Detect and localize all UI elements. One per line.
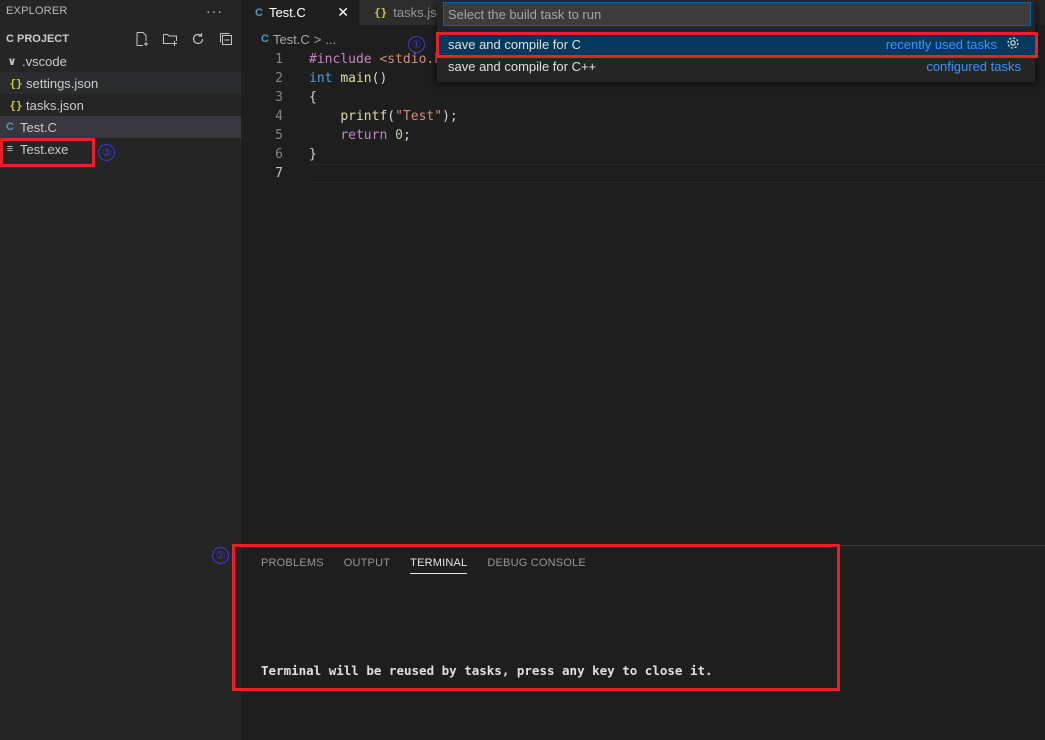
line-number: 7 bbox=[275, 166, 283, 181]
code-token: ; bbox=[402, 128, 411, 143]
quickpick-input[interactable] bbox=[443, 2, 1031, 26]
tab-output[interactable]: OUTPUT bbox=[344, 557, 390, 574]
c-file-icon: C bbox=[255, 6, 263, 19]
quickpick-item-compile-cpp[interactable]: save and compile for C++ configured task… bbox=[437, 55, 1035, 77]
chevron-down-icon: ∨ bbox=[7, 55, 17, 68]
code-token: #include bbox=[309, 52, 380, 67]
tree-label: tasks.json bbox=[26, 97, 84, 113]
chevron-right-icon: > bbox=[313, 31, 322, 47]
build-task-quickpick: save and compile for C recently used tas… bbox=[437, 0, 1035, 82]
explorer-header: EXPLORER ··· bbox=[0, 0, 241, 22]
line-number: 2 bbox=[275, 71, 283, 86]
code-line[interactable]: 7 bbox=[241, 164, 1045, 183]
code-token: return bbox=[340, 128, 396, 143]
refresh-icon[interactable] bbox=[189, 30, 207, 48]
code-line[interactable]: 5 return 0; bbox=[241, 126, 1045, 145]
quickpick-item-detail: configured tasks bbox=[926, 58, 1021, 74]
code-token: "Test" bbox=[395, 109, 443, 124]
close-icon[interactable]: ✕ bbox=[337, 4, 349, 21]
tree-folder-vscode[interactable]: ∨ .vscode bbox=[0, 50, 241, 72]
tab-problems[interactable]: PROBLEMS bbox=[261, 557, 324, 574]
c-file-icon: C bbox=[261, 33, 269, 45]
line-number: 3 bbox=[275, 90, 283, 105]
terminal-output[interactable]: Terminal will be reused by tasks, press … bbox=[261, 663, 713, 678]
code-token: } bbox=[309, 147, 317, 162]
json-icon: {} bbox=[9, 98, 23, 112]
explorer-title: EXPLORER bbox=[6, 5, 68, 17]
tree-file-tasks-json[interactable]: {} tasks.json bbox=[0, 94, 241, 116]
explorer-actions bbox=[133, 30, 235, 48]
code-text: } bbox=[309, 147, 317, 162]
breadcrumb: C Test.C > ... bbox=[241, 28, 336, 50]
quickpick-item-right: recently used tasks bbox=[886, 35, 1021, 54]
new-folder-icon[interactable] bbox=[161, 30, 179, 48]
tree-label: settings.json bbox=[26, 75, 99, 91]
tab-terminal[interactable]: TERMINAL bbox=[410, 557, 468, 574]
collapse-all-icon[interactable] bbox=[217, 30, 235, 48]
explorer-sidebar: EXPLORER ··· C PROJECT ∨ .vscode {} sett… bbox=[0, 0, 241, 740]
file-lines-icon: ≡ bbox=[6, 143, 14, 155]
code-text: int main() bbox=[309, 71, 387, 86]
tree-file-test-exe[interactable]: ≡ Test.exe bbox=[0, 138, 241, 160]
code-line[interactable]: 6} bbox=[241, 145, 1045, 164]
code-line[interactable]: 3{ bbox=[241, 88, 1045, 107]
new-file-icon[interactable] bbox=[133, 30, 151, 48]
code-text: return 0; bbox=[309, 128, 411, 143]
tree-file-test-c[interactable]: C Test.C bbox=[0, 116, 241, 138]
annotation-number-1: ① bbox=[408, 36, 425, 53]
tree-label: .vscode bbox=[22, 53, 67, 69]
panel-tabs: PROBLEMS OUTPUT TERMINAL DEBUG CONSOLE bbox=[261, 557, 586, 574]
annotation-number-2: ② bbox=[212, 547, 229, 564]
tree-label: Test.exe bbox=[20, 141, 69, 157]
tab-debug-console[interactable]: DEBUG CONSOLE bbox=[487, 557, 586, 574]
code-token: ( bbox=[387, 109, 396, 124]
code-text: #include <stdio.h> bbox=[309, 52, 450, 67]
code-token: printf bbox=[340, 109, 388, 124]
quickpick-item-label: save and compile for C++ bbox=[448, 58, 597, 74]
more-actions-icon[interactable]: ··· bbox=[206, 3, 223, 19]
quickpick-item-label: save and compile for C bbox=[448, 36, 581, 52]
code-line[interactable]: 4 printf("Test"); bbox=[241, 107, 1045, 126]
line-number: 4 bbox=[275, 109, 283, 124]
code-text: { bbox=[309, 90, 317, 105]
bottom-panel: PROBLEMS OUTPUT TERMINAL DEBUG CONSOLE T… bbox=[241, 545, 1045, 740]
code-token: ); bbox=[442, 109, 458, 124]
code-token: 0 bbox=[395, 128, 403, 143]
code-token: int bbox=[309, 71, 341, 86]
project-title: C PROJECT bbox=[6, 33, 69, 45]
tree-file-settings-json[interactable]: {} settings.json bbox=[0, 72, 241, 94]
quickpick-item-compile-c[interactable]: save and compile for C recently used tas… bbox=[437, 33, 1035, 55]
line-number: 1 bbox=[275, 52, 283, 67]
line-number: 5 bbox=[275, 128, 283, 143]
json-icon: {} bbox=[9, 76, 23, 90]
gear-icon[interactable] bbox=[1005, 35, 1021, 54]
quickpick-item-detail: recently used tasks bbox=[885, 36, 997, 52]
tab-label: Test.C bbox=[268, 5, 306, 20]
code-token: { bbox=[309, 90, 317, 105]
c-file-icon: C bbox=[6, 121, 14, 133]
code-token: main bbox=[340, 71, 372, 86]
code-text: printf("Test"); bbox=[309, 109, 458, 124]
annotation-number-3: ③ bbox=[98, 144, 115, 161]
breadcrumb-rest[interactable]: ... bbox=[325, 32, 336, 47]
tab-test-c[interactable]: C Test.C ✕ bbox=[241, 0, 359, 25]
current-line-highlight bbox=[309, 164, 1045, 183]
breadcrumb-file[interactable]: Test.C bbox=[273, 32, 310, 47]
line-number: 6 bbox=[275, 147, 283, 162]
json-icon: {} bbox=[374, 6, 388, 19]
tree-label: Test.C bbox=[20, 119, 57, 135]
code-token: () bbox=[371, 71, 388, 86]
